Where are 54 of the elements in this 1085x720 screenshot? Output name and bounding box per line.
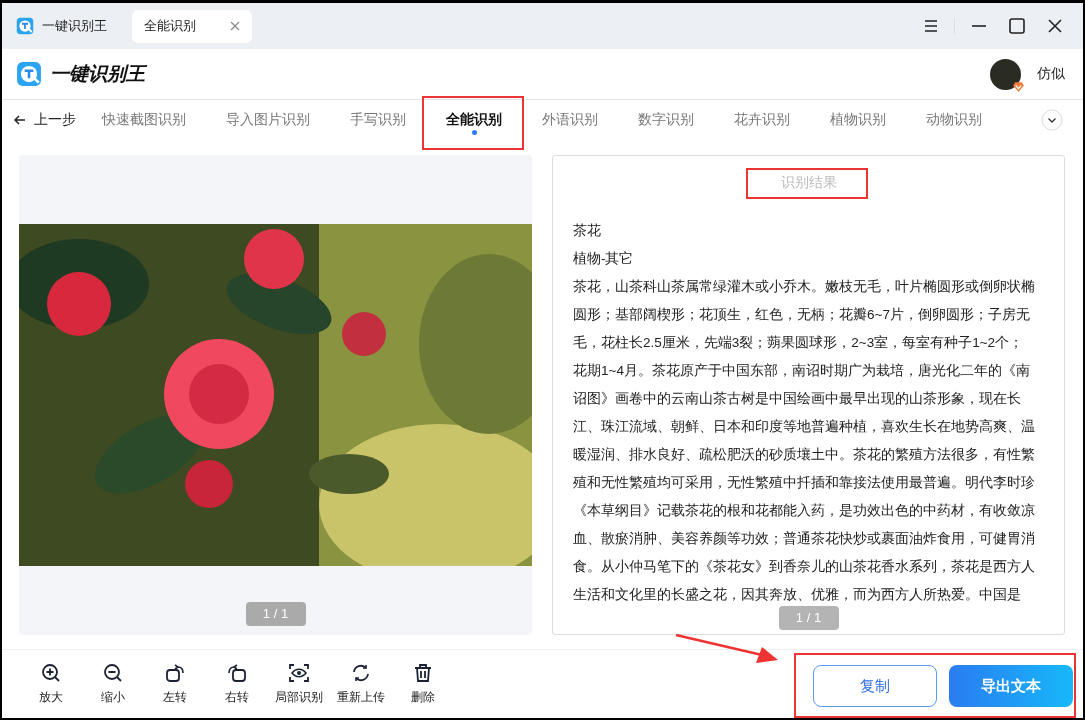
toolbar-button[interactable]: 右转: [206, 662, 268, 706]
rotate-left-icon: [165, 662, 185, 683]
trash-icon: [413, 662, 433, 683]
result-text: 诏图》画卷中的云南山茶古树是中国绘画中最早出现的山茶形象，现在长: [573, 390, 1022, 408]
result-title: 识别结果: [780, 173, 837, 192]
result-text: 茶花，山茶科山茶属常绿灌木或小乔木。嫩枝无毛，叶片椭圆形或倒卵状椭: [573, 278, 1036, 296]
user-name[interactable]: 仿似: [1037, 65, 1065, 83]
toolbar-button[interactable]: 左转: [144, 662, 206, 706]
result-text: 生活和文化里的长盛之花，因其奔放、优雅，而为西方人所热爱。中国是: [573, 586, 1022, 604]
toolbar-button[interactable]: 放大: [20, 662, 82, 706]
result-text: 圆形；基部阔楔形；花顶生，红色，无柄；花瓣6~7片，倒卵圆形；子房无: [573, 306, 1031, 324]
result-text: 植物-其它: [573, 250, 635, 268]
back-button[interactable]: 上一步: [14, 111, 76, 129]
toolbar-button[interactable]: 删除: [392, 662, 454, 706]
result-text: 血、散瘀消肿、美容养颜等功效；普通茶花快炒或裹面油炸食用，可健胃消: [573, 530, 1036, 548]
result-text: 江、珠江流域、朝鲜、日本和印度等地普遍种植，喜欢生长在地势高爽、温: [573, 418, 1036, 436]
window-tab[interactable]: 全能识别: [132, 9, 252, 43]
toolbar-button[interactable]: 重新上传: [330, 662, 392, 706]
toolbar-button[interactable]: 缩小: [82, 662, 144, 706]
refresh-icon: [351, 662, 371, 683]
copy-button[interactable]: 复制: [813, 665, 937, 707]
scan-eye-icon: [289, 662, 309, 683]
menu-icon[interactable]: [924, 19, 938, 33]
nav-tab[interactable]: 花卉识别: [734, 106, 790, 134]
nav-tab[interactable]: 全能识别: [446, 106, 502, 134]
nav-tab[interactable]: 快速截图识别: [102, 106, 186, 134]
zoom-in-icon: [41, 662, 61, 683]
page-indicator: 1 / 1: [778, 606, 839, 630]
expand-icon[interactable]: [1041, 109, 1063, 131]
zoom-out-icon: [103, 662, 123, 683]
result-text: 毛，花柱长2.5厘米，先端3裂；蒴果圆球形，2~3室，每室有种子1~2个；: [573, 334, 1025, 352]
app-logo-icon: [16, 61, 42, 87]
nav-tab[interactable]: 导入图片识别: [226, 106, 310, 134]
result-text: 暖湿润、排水良好、疏松肥沃的砂质壤土中。茶花的繁殖方法很多，有性繁: [573, 446, 1036, 464]
nav-tab[interactable]: 外语识别: [542, 106, 598, 134]
app-name: 一键识别王: [42, 17, 107, 35]
nav-tab[interactable]: 手写识别: [350, 106, 406, 134]
result-text: 殖和无性繁殖均可采用，无性繁殖中扦插和靠接法使用最普遍。明代李时珍: [573, 474, 1036, 492]
nav-tab[interactable]: 动物识别: [926, 106, 982, 134]
vip-badge-icon: [1012, 79, 1025, 93]
result-text: 茶花: [573, 222, 602, 240]
page-indicator: 1 / 1: [245, 602, 306, 626]
close-icon[interactable]: [1047, 18, 1063, 34]
toolbar-button[interactable]: 局部识别: [268, 662, 330, 706]
result-text: 《本草纲目》记载茶花的根和花都能入药，是功效出色的中药材，有收敛凉: [573, 502, 1036, 520]
maximize-icon[interactable]: [1009, 18, 1025, 34]
result-text: 花期1~4月。茶花原产于中国东部，南诏时期广为栽培，唐光化二年的《南: [573, 362, 1031, 380]
rotate-right-icon: [227, 662, 247, 683]
app-logo-icon: [16, 17, 34, 35]
nav-tab[interactable]: 数字识别: [638, 106, 694, 134]
back-arrow-icon: [14, 114, 26, 126]
nav-tab[interactable]: 植物识别: [830, 106, 886, 134]
user-avatar[interactable]: [990, 58, 1021, 90]
result-text: 食。从小仲马笔下的《茶花女》到香奈儿的山茶花香水系列，茶花是西方人: [573, 558, 1036, 576]
